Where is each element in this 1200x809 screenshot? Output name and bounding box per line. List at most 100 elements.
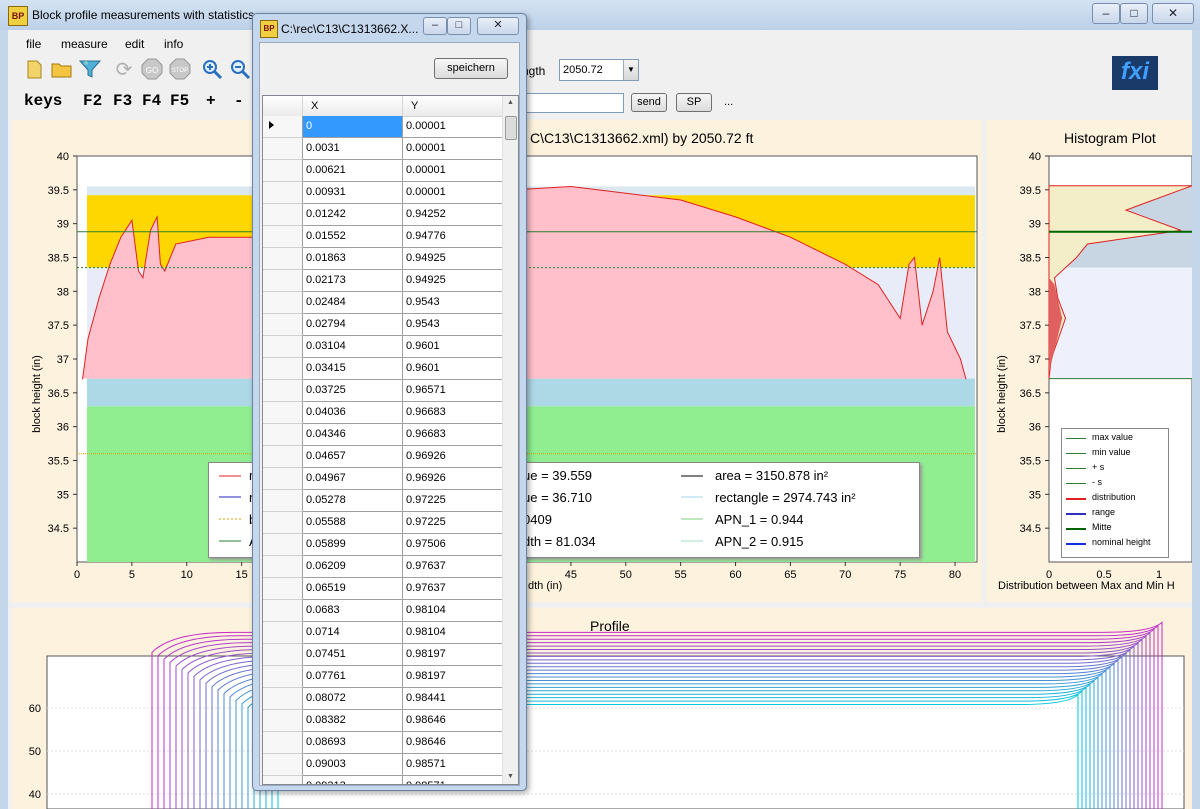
key-f2-button[interactable]: F2 bbox=[83, 92, 102, 110]
row-header[interactable] bbox=[263, 292, 303, 314]
grid-row[interactable]: 0.02794 0.9543 bbox=[263, 314, 503, 336]
grid-row[interactable]: 0.02484 0.9543 bbox=[263, 292, 503, 314]
grid-row[interactable]: 0.00621 0.00001 bbox=[263, 160, 503, 182]
dialog-close-button[interactable]: ✕ bbox=[477, 17, 519, 35]
row-header[interactable] bbox=[263, 776, 303, 784]
cell-x[interactable]: 0.02484 bbox=[303, 292, 403, 314]
column-header-x[interactable]: X bbox=[303, 96, 403, 116]
grid-row[interactable]: 0.04967 0.96926 bbox=[263, 468, 503, 490]
close-button[interactable]: ✕ bbox=[1152, 3, 1194, 24]
cell-x[interactable]: 0.08072 bbox=[303, 688, 403, 710]
cell-y[interactable]: 0.97637 bbox=[403, 556, 503, 578]
grid-row[interactable]: 0.08693 0.98646 bbox=[263, 732, 503, 754]
menu-file[interactable]: file bbox=[26, 37, 41, 51]
cell-y[interactable]: 0.00001 bbox=[403, 138, 503, 160]
main-title-bar[interactable]: BP Block profile measurements with stati… bbox=[0, 0, 1200, 30]
menu-measure[interactable]: measure bbox=[61, 37, 108, 51]
row-header[interactable] bbox=[263, 380, 303, 402]
row-header[interactable] bbox=[263, 446, 303, 468]
filter-icon[interactable] bbox=[78, 58, 102, 82]
cell-y[interactable]: 0.94252 bbox=[403, 204, 503, 226]
cell-x[interactable]: 0.00621 bbox=[303, 160, 403, 182]
cell-x[interactable]: 0.03415 bbox=[303, 358, 403, 380]
data-grid[interactable]: X Y 0 0.00001 0.0031 0.00001 0.00621 0.00001 0… bbox=[262, 95, 519, 785]
row-header[interactable] bbox=[263, 204, 303, 226]
cell-y[interactable]: 0.9543 bbox=[403, 292, 503, 314]
cell-x[interactable]: 0.03725 bbox=[303, 380, 403, 402]
dialog-maximize-button[interactable]: □ bbox=[447, 17, 471, 35]
cell-y[interactable]: 0.97506 bbox=[403, 534, 503, 556]
scroll-up-icon[interactable]: ▲ bbox=[503, 96, 518, 110]
cell-y[interactable]: 0.98197 bbox=[403, 644, 503, 666]
row-header[interactable] bbox=[263, 666, 303, 688]
row-header[interactable] bbox=[263, 622, 303, 644]
cell-y[interactable]: 0.96571 bbox=[403, 380, 503, 402]
grid-row[interactable]: 0.0031 0.00001 bbox=[263, 138, 503, 160]
cell-x[interactable]: 0.07451 bbox=[303, 644, 403, 666]
row-header[interactable] bbox=[263, 138, 303, 160]
cell-y[interactable]: 0.00001 bbox=[403, 160, 503, 182]
cell-y[interactable]: 0.94776 bbox=[403, 226, 503, 248]
row-header[interactable] bbox=[263, 600, 303, 622]
save-button[interactable]: speichern bbox=[434, 58, 508, 79]
open-folder-icon[interactable] bbox=[50, 58, 74, 82]
cell-x[interactable]: 0.01242 bbox=[303, 204, 403, 226]
zoom-out-icon[interactable] bbox=[228, 58, 252, 82]
cell-y[interactable]: 0.97225 bbox=[403, 512, 503, 534]
row-header[interactable] bbox=[263, 424, 303, 446]
cell-x[interactable]: 0.0031 bbox=[303, 138, 403, 160]
key-plus-button[interactable]: + bbox=[206, 92, 216, 110]
grid-row[interactable]: 0.09003 0.98571 bbox=[263, 754, 503, 776]
row-header[interactable] bbox=[263, 534, 303, 556]
dialog-minimize-button[interactable]: – bbox=[423, 17, 447, 35]
cell-x[interactable]: 0.05278 bbox=[303, 490, 403, 512]
cell-y[interactable]: 0.94925 bbox=[403, 270, 503, 292]
cell-x[interactable]: 0.09003 bbox=[303, 754, 403, 776]
cell-x[interactable]: 0.00931 bbox=[303, 182, 403, 204]
row-header[interactable] bbox=[263, 182, 303, 204]
grid-row[interactable]: 0.00931 0.00001 bbox=[263, 182, 503, 204]
row-header[interactable] bbox=[263, 688, 303, 710]
stop-icon[interactable]: STOP bbox=[168, 58, 192, 82]
row-header[interactable] bbox=[263, 468, 303, 490]
grid-row[interactable]: 0.04657 0.96926 bbox=[263, 446, 503, 468]
grid-row[interactable]: 0.03725 0.96571 bbox=[263, 380, 503, 402]
cell-x[interactable]: 0.04657 bbox=[303, 446, 403, 468]
cell-y[interactable]: 0.97637 bbox=[403, 578, 503, 600]
go-icon[interactable]: GO bbox=[140, 58, 164, 82]
cell-y[interactable]: 0.00001 bbox=[403, 182, 503, 204]
key-f5-button[interactable]: F5 bbox=[170, 92, 189, 110]
row-header[interactable] bbox=[263, 644, 303, 666]
cell-x[interactable]: 0.02173 bbox=[303, 270, 403, 292]
grid-row[interactable]: 0.02173 0.94925 bbox=[263, 270, 503, 292]
cell-x[interactable]: 0.08382 bbox=[303, 710, 403, 732]
grid-row[interactable]: 0.07451 0.98197 bbox=[263, 644, 503, 666]
cell-x[interactable]: 0.04967 bbox=[303, 468, 403, 490]
cell-y[interactable]: 0.98571 bbox=[403, 776, 503, 784]
grid-row[interactable]: 0.06209 0.97637 bbox=[263, 556, 503, 578]
cell-x[interactable]: 0.0714 bbox=[303, 622, 403, 644]
cell-x[interactable]: 0.01863 bbox=[303, 248, 403, 270]
minimize-button[interactable]: – bbox=[1092, 3, 1120, 24]
grid-row[interactable]: 0.01552 0.94776 bbox=[263, 226, 503, 248]
cell-y[interactable]: 0.98104 bbox=[403, 600, 503, 622]
menu-edit[interactable]: edit bbox=[125, 37, 144, 51]
grid-row[interactable]: 0.01863 0.94925 bbox=[263, 248, 503, 270]
cell-y[interactable]: 0.9601 bbox=[403, 336, 503, 358]
maximize-button[interactable]: □ bbox=[1120, 3, 1148, 24]
grid-row[interactable]: 0.08382 0.98646 bbox=[263, 710, 503, 732]
cell-x[interactable]: 0.05899 bbox=[303, 534, 403, 556]
more-button[interactable]: ... bbox=[724, 96, 733, 108]
cell-y[interactable]: 0.98646 bbox=[403, 710, 503, 732]
cell-y[interactable]: 0.98646 bbox=[403, 732, 503, 754]
row-header[interactable] bbox=[263, 226, 303, 248]
grid-row[interactable]: 0 0.00001 bbox=[263, 116, 503, 138]
zoom-in-icon[interactable] bbox=[200, 58, 224, 82]
row-header[interactable] bbox=[263, 160, 303, 182]
grid-row[interactable]: 0.0714 0.98104 bbox=[263, 622, 503, 644]
cell-y[interactable]: 0.98571 bbox=[403, 754, 503, 776]
sp-button[interactable]: SP bbox=[676, 93, 712, 112]
row-header[interactable] bbox=[263, 490, 303, 512]
command-input[interactable] bbox=[522, 93, 624, 113]
cell-y[interactable]: 0.98104 bbox=[403, 622, 503, 644]
